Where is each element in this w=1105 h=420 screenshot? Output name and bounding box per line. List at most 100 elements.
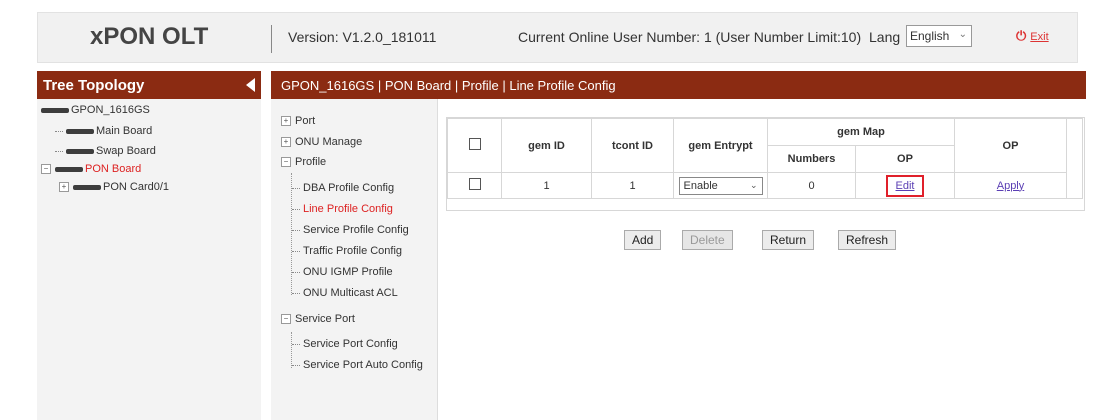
add-button[interactable]: Add: [624, 230, 662, 250]
header-op: OP: [954, 118, 1067, 173]
tree-node-main-board[interactable]: Main Board: [55, 125, 152, 137]
nav-label: Service Port Config: [303, 338, 398, 350]
board-icon: [55, 166, 83, 172]
tree-connector: [292, 292, 300, 294]
version-text: Version: V1.2.0_181011: [288, 29, 437, 45]
nav-profile[interactable]: − Profile: [281, 156, 326, 168]
chevron-down-icon: ⌄: [749, 179, 758, 190]
header-gem-id: gem ID: [501, 118, 592, 173]
row-select-cell: [447, 172, 502, 199]
nav-onu-multicast-acl[interactable]: ONU Multicast ACL: [292, 287, 398, 299]
online-user-text: Current Online User Number: 1 (User Numb…: [518, 29, 862, 45]
nav-traffic-profile[interactable]: Traffic Profile Config: [292, 245, 402, 257]
tree-topology-panel: GPON_1616GS Main Board Swap Board − PON B…: [37, 99, 261, 420]
tree-node-label: PON Board: [85, 163, 142, 175]
exit-label: Exit: [1030, 31, 1049, 43]
nav-label: Traffic Profile Config: [303, 245, 403, 257]
tree-connector: [292, 208, 300, 210]
nav-dba-profile[interactable]: DBA Profile Config: [292, 182, 394, 194]
nav-label: DBA Profile Config: [303, 182, 395, 194]
tree-topology-title: Tree Topology: [43, 77, 145, 94]
collapse-icon[interactable]: −: [281, 157, 291, 168]
tree-connector: [292, 271, 300, 273]
chevron-down-icon: ⌄: [958, 29, 967, 40]
nav-label: Line Profile Config: [303, 203, 393, 215]
board-icon: [66, 128, 94, 134]
select-all-checkbox[interactable]: [468, 138, 481, 150]
expand-icon[interactable]: +: [281, 116, 291, 127]
language-select[interactable]: English ⌄: [906, 25, 972, 47]
header-gem-map: gem Map: [767, 118, 955, 146]
tree-topology-title-bar: Tree Topology: [37, 71, 261, 99]
refresh-button[interactable]: Refresh: [838, 230, 897, 250]
collapse-left-icon[interactable]: [246, 78, 255, 92]
header-gem-map-op: OP: [855, 145, 955, 173]
app-logo: xPON OLT: [90, 23, 209, 50]
header-numbers: Numbers: [767, 145, 856, 173]
edit-highlight-box: Edit: [885, 174, 925, 197]
header-bar: xPON OLT Version: V1.2.0_181011 Current …: [37, 12, 1078, 63]
table-row: 1 1 Enable ⌄ 0 Edit Apply: [447, 172, 1083, 199]
tree-node-label: Swap Board: [96, 145, 156, 157]
cell-gem-id: 1: [501, 172, 592, 199]
cell-tcont-id: 1: [591, 172, 674, 199]
cell-gem-map-op: Edit: [855, 172, 955, 199]
nav-label: ONU IGMP Profile: [303, 266, 393, 278]
cell-op: Apply: [954, 172, 1067, 199]
tree-connector: [292, 250, 300, 252]
nav-service-profile[interactable]: Service Profile Config: [292, 224, 409, 236]
row-checkbox[interactable]: [468, 178, 481, 190]
delete-button[interactable]: Delete: [682, 230, 733, 250]
nav-onu-manage[interactable]: + ONU Manage: [281, 136, 362, 148]
nav-onu-igmp-profile[interactable]: ONU IGMP Profile: [292, 266, 393, 278]
line-profile-table: gem ID tcont ID gem Entrypt gem Map OP N…: [447, 118, 1083, 199]
tree-node-gpon[interactable]: GPON_1616GS: [41, 104, 150, 116]
tree-connector: [292, 187, 300, 189]
header-divider: [271, 25, 272, 53]
nav-port[interactable]: + Port: [281, 115, 315, 127]
nav-service-port-config[interactable]: Service Port Config: [292, 338, 398, 350]
nav-label: Service Port: [295, 313, 355, 325]
nav-service-port-auto-config[interactable]: Service Port Auto Config: [292, 359, 423, 371]
nav-label: ONU Multicast ACL: [303, 287, 398, 299]
nav-label: Port: [295, 115, 316, 127]
lang-label: Lang: [869, 29, 901, 45]
tree-node-pon-card[interactable]: + PON Card0/1: [59, 181, 169, 193]
return-button[interactable]: Return: [762, 230, 815, 250]
tree-connector: [292, 364, 300, 366]
header-tcont-id: tcont ID: [591, 118, 674, 173]
tree-node-label: Main Board: [96, 125, 153, 137]
breadcrumb: GPON_1616GS | PON Board | Profile | Line…: [271, 71, 1086, 99]
expand-icon[interactable]: +: [59, 182, 69, 193]
profile-nav-panel: + Port + ONU Manage − Profile DBA Profile C…: [271, 99, 437, 420]
board-icon: [41, 107, 69, 113]
tree-node-label: GPON_1616GS: [71, 104, 150, 116]
tree-connector: [55, 130, 63, 132]
tree-node-pon-board[interactable]: − PON Board: [41, 163, 141, 175]
line-profile-table-container: gem ID tcont ID gem Entrypt gem Map OP N…: [446, 117, 1085, 211]
nav-service-port[interactable]: − Service Port: [281, 313, 355, 325]
nav-label: ONU Manage: [295, 136, 363, 148]
board-icon: [73, 184, 101, 190]
collapse-icon[interactable]: −: [281, 314, 291, 325]
tree-node-swap-board[interactable]: Swap Board: [55, 145, 156, 157]
line-profile-content: gem ID tcont ID gem Entrypt gem Map OP N…: [437, 99, 1087, 420]
nav-label: Service Profile Config: [303, 224, 409, 236]
select-all-cell: [447, 118, 502, 173]
gem-entrypt-value: Enable: [683, 179, 718, 192]
cell-numbers: 0: [767, 172, 856, 199]
nav-label: Profile: [295, 156, 327, 168]
tree-node-label: PON Card0/1: [103, 181, 170, 193]
tree-connector: [292, 229, 300, 231]
exit-link[interactable]: ⏻ Exit: [1016, 28, 1049, 44]
power-icon: ⏻: [1016, 28, 1027, 43]
nav-line-profile[interactable]: Line Profile Config: [292, 203, 393, 215]
table-scrollbar[interactable]: [1066, 118, 1083, 199]
expand-icon[interactable]: +: [281, 137, 291, 148]
board-icon: [66, 148, 94, 154]
collapse-icon[interactable]: −: [41, 164, 51, 175]
gem-entrypt-select[interactable]: Enable ⌄: [678, 176, 763, 195]
tree-connector: [55, 150, 63, 152]
apply-link[interactable]: Apply: [997, 180, 1025, 192]
edit-link[interactable]: Edit: [896, 180, 915, 192]
